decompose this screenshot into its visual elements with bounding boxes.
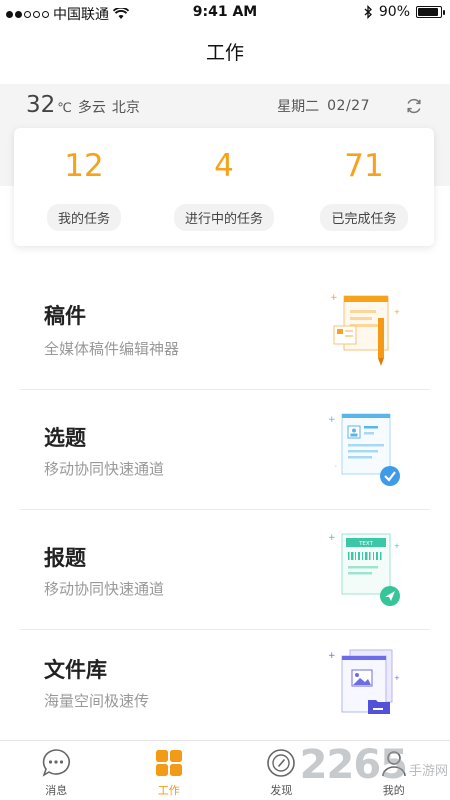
- manuscript-illustration-icon: + +: [330, 293, 400, 366]
- tab-profile[interactable]: 我的: [338, 741, 450, 800]
- temperature-unit: ℃: [57, 101, 72, 116]
- svg-text:+: +: [394, 308, 400, 316]
- stat-completed[interactable]: 71 已完成任务: [294, 128, 434, 246]
- message-icon: [42, 749, 71, 777]
- tab-label: 工作: [157, 784, 180, 797]
- tab-work[interactable]: 工作: [113, 741, 226, 800]
- tab-label: 我的: [382, 784, 405, 797]
- compass-icon: [267, 749, 296, 777]
- menu-item-subtitle: 移动协同快速通道: [44, 580, 165, 598]
- menu-item-title: 选题: [44, 426, 86, 450]
- svg-text:+: +: [328, 651, 336, 661]
- tab-label: 消息: [45, 784, 68, 797]
- task-stats-card: 12 我的任务 4 进行中的任务 71 已完成任务: [14, 128, 434, 246]
- svg-text:◦: ◦: [334, 463, 338, 470]
- tab-bar: 消息 工作 发现 我的: [0, 740, 450, 800]
- stat-value: 71: [344, 148, 384, 184]
- stat-label: 我的任务: [46, 204, 121, 231]
- menu-item-title: 文件库: [44, 658, 107, 682]
- weekday: 星期二: [277, 99, 320, 115]
- menu-item-subtitle: 移动协同快速通道: [44, 460, 165, 478]
- city: 北京: [111, 100, 140, 116]
- file-library-illustration-icon: + +: [328, 649, 400, 714]
- weather-info: 32 ℃ 多云 北京: [26, 92, 140, 118]
- stat-in-progress[interactable]: 4 进行中的任务: [154, 128, 294, 246]
- svg-text:+: +: [328, 533, 336, 543]
- stat-value: 4: [214, 148, 234, 184]
- profile-icon: [381, 751, 406, 777]
- battery-icon: [416, 6, 445, 18]
- weather-condition: 多云: [77, 100, 106, 116]
- stat-my-tasks[interactable]: 12 我的任务: [14, 128, 154, 246]
- stat-value: 12: [64, 148, 104, 184]
- date: 02/27: [327, 98, 370, 114]
- menu-item-subtitle: 全媒体稿件编辑神器: [44, 340, 180, 358]
- svg-text:+: +: [328, 415, 336, 425]
- svg-text:+: +: [394, 542, 400, 550]
- topic-illustration-icon: + ◦: [328, 413, 400, 486]
- menu-item-title: 稿件: [44, 304, 86, 328]
- date-info: 星期二 02/27: [277, 96, 424, 116]
- report-illustration-icon: + + TEXT: [328, 533, 400, 606]
- menu-item-file-library[interactable]: 文件库 海量空间极速传 + +: [20, 630, 430, 750]
- stat-label: 进行中的任务: [173, 204, 274, 231]
- refresh-icon[interactable]: [404, 96, 424, 116]
- battery-fill: [418, 8, 438, 16]
- svg-text:+: +: [394, 674, 400, 682]
- menu-item-title: 报题: [44, 546, 86, 570]
- report-badge-text: TEXT: [358, 541, 374, 547]
- menu-item-topic[interactable]: 选题 移动协同快速通道 + ◦: [20, 390, 430, 510]
- stat-label: 已完成任务: [320, 204, 408, 231]
- svg-text:+: +: [330, 293, 338, 303]
- menu-item-report[interactable]: 报题 移动协同快速通道 + + TEXT: [20, 510, 430, 630]
- tab-label: 发现: [270, 784, 293, 797]
- status-bar: 中国联通 9:41 AM 90%: [0, 0, 450, 26]
- status-right: 90%: [364, 4, 445, 20]
- grid-icon: [155, 750, 182, 776]
- tab-messages[interactable]: 消息: [0, 741, 113, 800]
- menu-item-manuscript[interactable]: 稿件 全媒体稿件编辑神器 + +: [20, 270, 430, 390]
- bluetooth-icon: [364, 5, 372, 19]
- tab-discover[interactable]: 发现: [225, 741, 338, 800]
- menu-item-subtitle: 海量空间极速传: [44, 692, 150, 710]
- temperature: 32: [26, 92, 56, 118]
- battery-percent: 90%: [378, 4, 410, 20]
- page-title: 工作: [205, 42, 244, 64]
